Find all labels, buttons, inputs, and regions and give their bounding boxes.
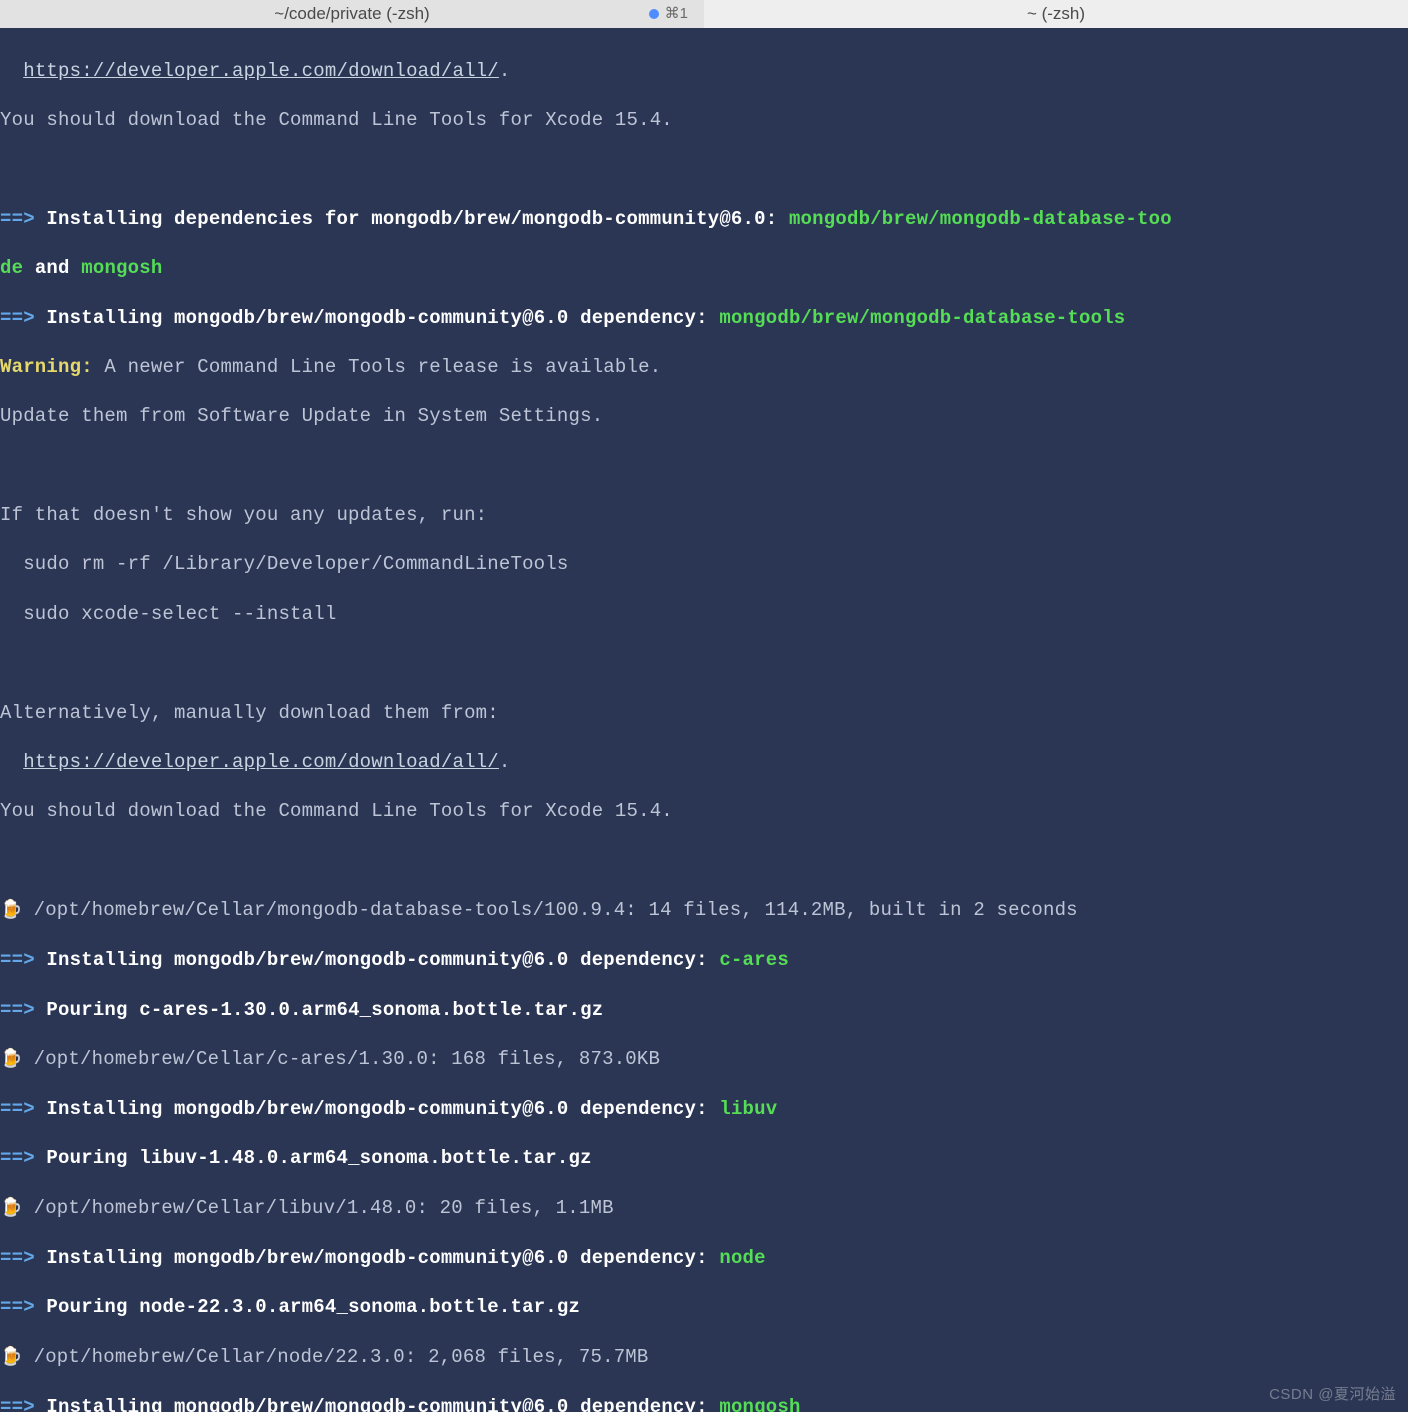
tab-inactive-title: ~ (-zsh) [1027,3,1085,25]
beer-icon: 🍺 [0,900,22,923]
terminal-tabbar: ~/code/private (-zsh) ⌘1 ~ (-zsh) [0,0,1408,28]
download-url-link[interactable]: https://developer.apple.com/download/all… [23,751,499,773]
beer-icon: 🍺 [0,1347,22,1370]
beer-icon: 🍺 [0,1198,22,1221]
beer-icon: 🍺 [0,1049,22,1072]
arrow-icon: ==> [0,208,35,230]
tab-inactive[interactable]: ~ (-zsh) [704,0,1408,28]
arrow-icon: ==> [0,949,35,971]
activity-indicator-icon [649,9,659,19]
dep-name: mongosh [719,1396,800,1412]
arrow-icon: ==> [0,1147,35,1169]
dep-name: mongodb/brew/mongodb-database-too [789,208,1172,230]
download-url-link[interactable]: https://developer.apple.com/download/all… [23,60,499,82]
dep-name: node [719,1247,765,1269]
dep-name: mongodb/brew/mongodb-database-tools [719,307,1125,329]
arrow-icon: ==> [0,999,35,1021]
dep-name: c-ares [719,949,789,971]
output-text: You should download the Command Line Too… [0,108,1406,133]
dep-name: libuv [719,1098,777,1120]
terminal-output[interactable]: https://developer.apple.com/download/all… [0,28,1408,1412]
arrow-icon: ==> [0,307,35,329]
warning-label: Warning: [0,356,93,378]
dep-name-cont: de [0,257,23,279]
tab-active-shortcut: ⌘1 [649,4,688,24]
arrow-icon: ==> [0,1296,35,1318]
arrow-icon: ==> [0,1098,35,1120]
tab-active-title: ~/code/private (-zsh) [274,3,429,25]
arrow-icon: ==> [0,1247,35,1269]
tab-shortcut-label: ⌘1 [665,4,688,24]
arrow-icon: ==> [0,1396,35,1412]
deps-prefix: Installing dependencies for mongodb/brew… [46,208,789,230]
tab-active[interactable]: ~/code/private (-zsh) ⌘1 [0,0,704,28]
dep-name: mongosh [81,257,162,279]
